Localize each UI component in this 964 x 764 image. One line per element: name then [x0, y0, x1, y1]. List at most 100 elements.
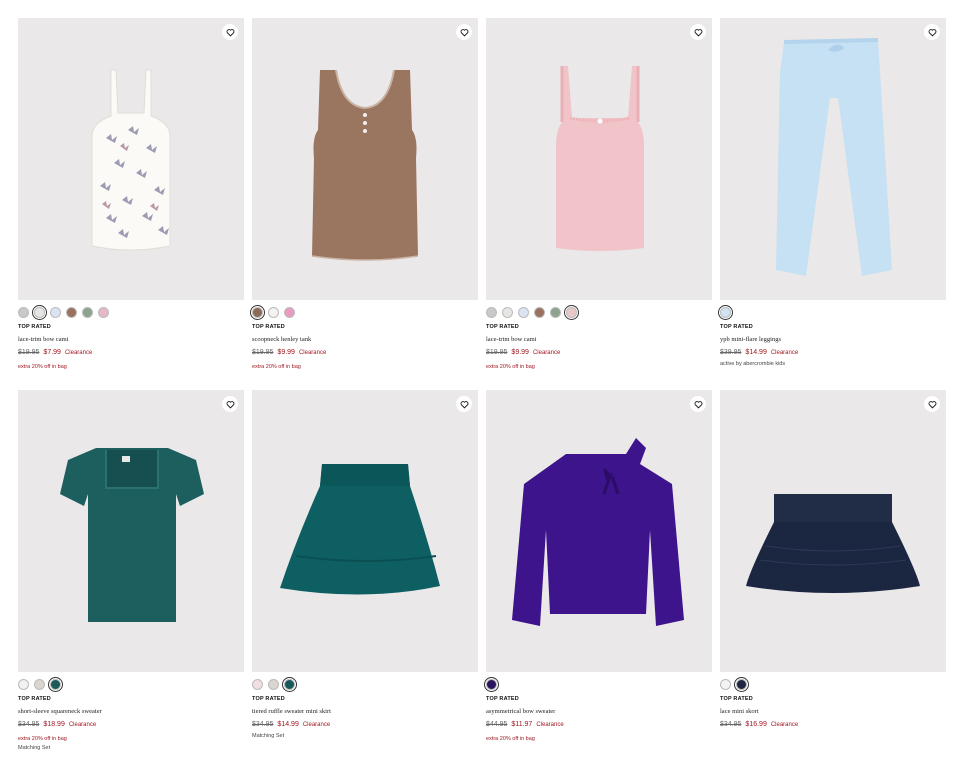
- product-image-brown-tank: [311, 69, 419, 261]
- color-swatch[interactable]: [550, 307, 561, 318]
- product-image[interactable]: 15 people purchased: [252, 18, 478, 300]
- sale-price: $9.99: [277, 349, 295, 356]
- color-swatch[interactable]: [18, 679, 29, 690]
- heart-icon[interactable]: [690, 396, 706, 412]
- color-swatch[interactable]: [48, 677, 63, 692]
- color-swatch[interactable]: [564, 305, 579, 320]
- color-swatch[interactable]: [734, 677, 749, 692]
- color-swatch[interactable]: [66, 307, 77, 318]
- heart-icon[interactable]: [690, 24, 706, 40]
- product-image[interactable]: [18, 18, 244, 300]
- color-swatch[interactable]: [34, 679, 45, 690]
- product-card[interactable]: TOP RATED lace-trim bow cami $19.95 $9.99 Cl…: [486, 18, 712, 370]
- product-image-blue-leggings: [776, 38, 892, 276]
- color-swatch[interactable]: [282, 677, 297, 692]
- product-image-butterfly-cami: [91, 69, 171, 251]
- heart-icon[interactable]: [456, 396, 472, 412]
- original-price: $34.95: [720, 721, 742, 728]
- color-swatch[interactable]: [32, 305, 47, 320]
- color-swatch[interactable]: [50, 307, 61, 318]
- original-price: $19.95: [252, 349, 274, 356]
- product-card[interactable]: 17 people purchased TOP RATED short-sleeve…: [18, 390, 244, 751]
- original-price: $34.95: [18, 721, 40, 728]
- color-swatch[interactable]: [518, 307, 529, 318]
- top-rated-label: TOP RATED: [486, 696, 519, 702]
- sale-price: $14.99: [277, 721, 299, 728]
- product-image[interactable]: [486, 18, 712, 300]
- price-row: $44.95 $11.97 Clearance: [486, 721, 712, 728]
- product-name[interactable]: scoopneck henley tank: [252, 336, 478, 343]
- clearance-label: Clearance: [298, 350, 327, 356]
- product-image[interactable]: [720, 18, 946, 300]
- color-swatch[interactable]: [484, 677, 499, 692]
- color-swatches: [718, 305, 946, 320]
- color-swatch[interactable]: [720, 679, 731, 690]
- color-swatch[interactable]: [250, 305, 265, 320]
- original-price: $19.95: [486, 349, 508, 356]
- product-image[interactable]: [252, 390, 478, 672]
- price-row: $34.95 $16.99 Clearance: [720, 721, 946, 728]
- clearance-label: Clearance: [770, 722, 799, 728]
- price-row: $34.95 $18.99 Clearance: [18, 721, 244, 728]
- product-card[interactable]: 19 people purchased TOP RATED asymmetrical…: [484, 390, 712, 742]
- color-swatch[interactable]: [18, 307, 29, 318]
- price-row: $19.95 $7.99 Clearance: [18, 349, 244, 356]
- color-swatch[interactable]: [82, 307, 93, 318]
- color-swatches: [484, 677, 712, 692]
- heart-icon[interactable]: [222, 396, 238, 412]
- clearance-label: Clearance: [532, 350, 561, 356]
- product-card[interactable]: TOP RATED tiered ruffle sweater mini skir…: [252, 390, 478, 739]
- sale-price: $7.99: [43, 349, 61, 356]
- price-row: $39.95 $14.99 Clearance: [720, 349, 946, 356]
- sale-price: $11.97: [511, 721, 533, 728]
- product-image[interactable]: [720, 390, 946, 672]
- top-rated-label: TOP RATED: [252, 696, 285, 702]
- product-image[interactable]: 19 people purchased: [486, 390, 712, 672]
- color-swatch[interactable]: [268, 307, 279, 318]
- sale-price: $18.99: [43, 721, 65, 728]
- product-card[interactable]: TOP RATED ypb mini-flare leggings $39.95 $1…: [718, 18, 946, 367]
- top-rated-label: TOP RATED: [252, 324, 285, 330]
- clearance-label: Clearance: [770, 350, 799, 356]
- product-name[interactable]: short-sleeve squareneck sweater: [18, 708, 244, 715]
- product-note: active by abercrombie kids: [720, 361, 786, 367]
- color-swatch[interactable]: [252, 679, 263, 690]
- product-name[interactable]: ypb mini-flare leggings: [720, 336, 946, 343]
- color-swatches: [486, 305, 712, 320]
- clearance-label: Clearance: [536, 722, 564, 728]
- product-image-purple-sweater: [512, 438, 684, 626]
- heart-icon[interactable]: [222, 24, 238, 40]
- heart-icon[interactable]: [456, 24, 472, 40]
- product-card[interactable]: 15 people purchased TOP RATED scoopneck he…: [250, 18, 478, 370]
- original-price: $19.95: [18, 349, 40, 356]
- price-row: $19.95 $9.99 Clearance: [486, 349, 712, 356]
- color-swatch[interactable]: [486, 307, 497, 318]
- top-rated-label: TOP RATED: [720, 696, 753, 702]
- heart-icon[interactable]: [924, 396, 940, 412]
- promo-text: extra 20% off in bag: [252, 364, 301, 370]
- color-swatches: [720, 677, 946, 692]
- product-card[interactable]: TOP RATED lace mini skort $34.95 $16.99 Clea…: [720, 390, 946, 728]
- color-swatch[interactable]: [268, 679, 279, 690]
- color-swatches: [250, 305, 478, 320]
- promo-text: extra 20% off in bag: [18, 364, 67, 370]
- color-swatches: [18, 305, 244, 320]
- product-image[interactable]: 17 people purchased: [18, 390, 244, 672]
- color-swatch[interactable]: [718, 305, 733, 320]
- color-swatch[interactable]: [534, 307, 545, 318]
- top-rated-label: TOP RATED: [486, 324, 519, 330]
- color-swatch[interactable]: [502, 307, 513, 318]
- product-name[interactable]: asymmetrical bow sweater: [486, 708, 712, 715]
- top-rated-label: TOP RATED: [18, 696, 51, 702]
- product-card[interactable]: TOP RATED lace-trim bow cami $19.95 $7.99 Cl…: [18, 18, 244, 370]
- color-swatch[interactable]: [284, 307, 295, 318]
- product-name[interactable]: lace-trim bow cami: [486, 336, 712, 343]
- color-swatch[interactable]: [98, 307, 109, 318]
- product-name[interactable]: lace-trim bow cami: [18, 336, 244, 343]
- color-swatches: [252, 677, 478, 692]
- heart-icon[interactable]: [924, 24, 940, 40]
- product-name[interactable]: lace mini skort: [720, 708, 946, 715]
- original-price: $34.95: [252, 721, 274, 728]
- promo-text: extra 20% off in bag: [18, 736, 67, 742]
- product-name[interactable]: tiered ruffle sweater mini skirt: [252, 708, 478, 715]
